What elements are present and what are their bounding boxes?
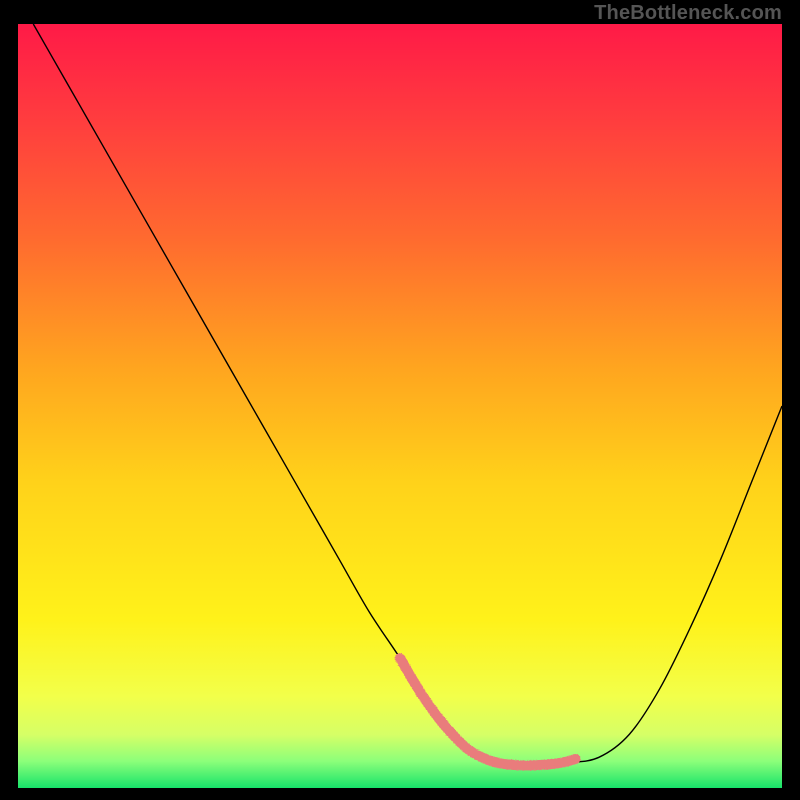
chart-canvas xyxy=(18,24,782,788)
chart-frame xyxy=(18,24,782,788)
watermark-text: TheBottleneck.com xyxy=(594,2,782,25)
